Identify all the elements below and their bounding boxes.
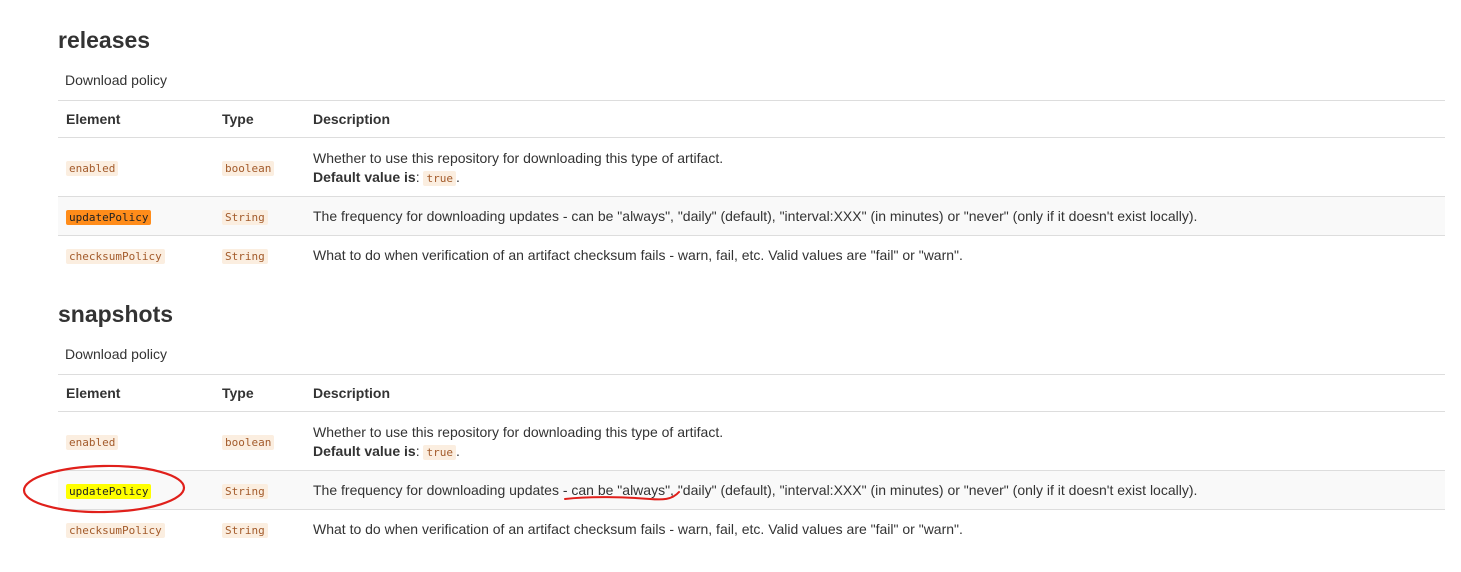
- default-value: true: [423, 170, 456, 186]
- element-name: enabled: [66, 161, 119, 176]
- column-header-type: Type: [214, 100, 305, 138]
- section-caption-releases: Download policy: [65, 72, 167, 88]
- element-type: boolean: [222, 435, 275, 450]
- column-header-element: Element: [58, 100, 214, 138]
- column-header-element: Element: [58, 374, 214, 412]
- table-row: updatePolicy String The frequency for do…: [58, 470, 1445, 510]
- table-row: checksumPolicy String What to do when ve…: [58, 235, 1445, 274]
- element-description: Whether to use this repository for downl…: [313, 149, 724, 166]
- section-caption-snapshots: Download policy: [65, 346, 167, 362]
- element-description: The frequency for downloading updates - …: [305, 196, 1445, 236]
- default-value: true: [423, 444, 456, 460]
- section-title-snapshots: snapshots: [58, 301, 174, 327]
- element-description: What to do when verification of an artif…: [305, 235, 1445, 274]
- table-row: enabled boolean Whether to use this repo…: [58, 411, 1445, 471]
- element-name-highlighted: updatePolicy: [66, 484, 152, 499]
- element-type: String: [222, 249, 268, 264]
- element-description: The frequency for downloading updates - …: [305, 470, 1445, 510]
- section-title-releases: releases: [58, 27, 151, 53]
- element-name: checksumPolicy: [66, 249, 165, 264]
- table-header-row: Element Type Description: [58, 374, 1445, 412]
- element-type: String: [222, 484, 268, 499]
- element-type: String: [222, 210, 268, 225]
- element-name-highlighted: updatePolicy: [66, 210, 152, 225]
- element-type: String: [222, 523, 268, 538]
- element-name: checksumPolicy: [66, 523, 165, 538]
- element-description: Whether to use this repository for downl…: [313, 423, 724, 440]
- element-description: What to do when verification of an artif…: [305, 509, 1445, 548]
- element-type: boolean: [222, 161, 275, 176]
- default-value-label: Default value is: [313, 442, 416, 459]
- column-header-description: Description: [305, 100, 1445, 138]
- releases-table: Element Type Description enabled boolean…: [58, 100, 1445, 274]
- table-header-row: Element Type Description: [58, 100, 1445, 138]
- default-value-label: Default value is: [313, 168, 416, 185]
- snapshots-table: Element Type Description enabled boolean…: [58, 374, 1445, 548]
- column-header-description: Description: [305, 374, 1445, 412]
- column-header-type: Type: [214, 374, 305, 412]
- table-row: checksumPolicy String What to do when ve…: [58, 509, 1445, 548]
- element-name: enabled: [66, 435, 119, 450]
- table-row: updatePolicy String The frequency for do…: [58, 196, 1445, 236]
- table-row: enabled boolean Whether to use this repo…: [58, 137, 1445, 197]
